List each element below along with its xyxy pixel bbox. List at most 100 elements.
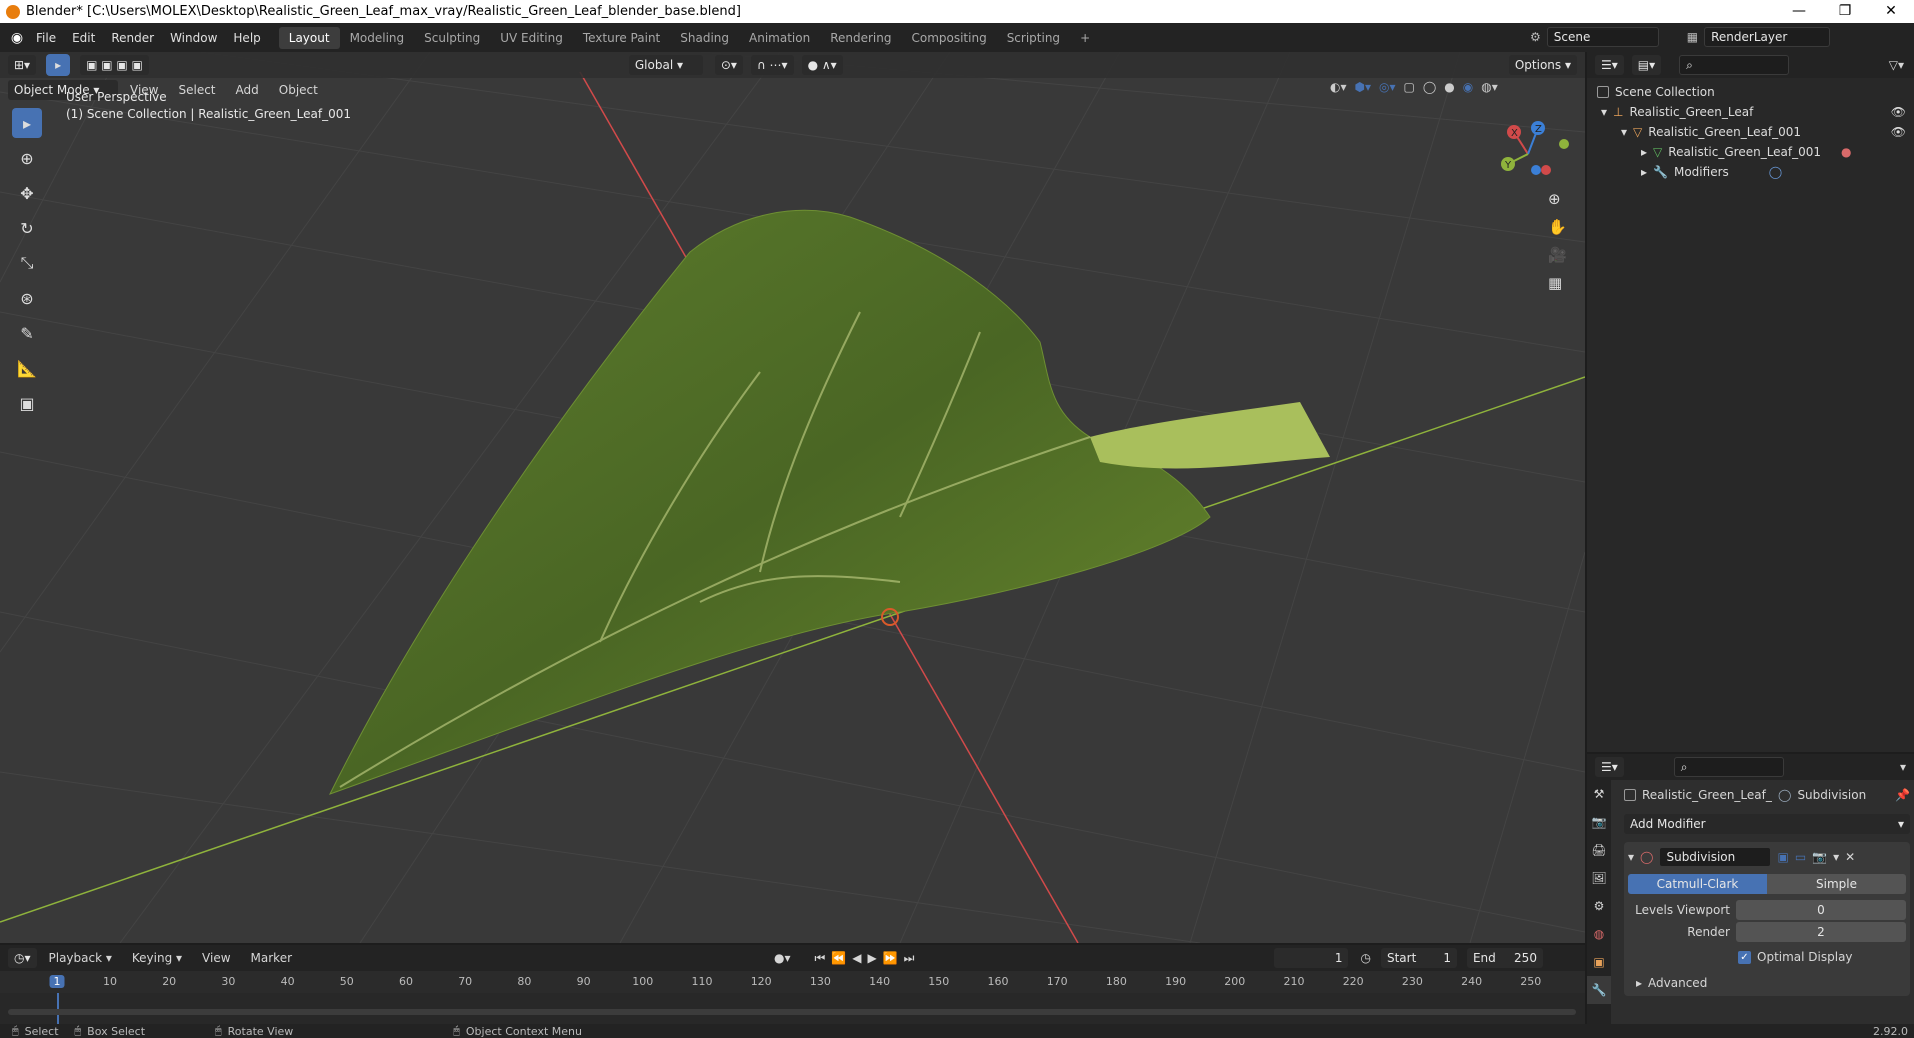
marker-menu[interactable]: Marker [243,951,300,965]
move-tool-icon[interactable]: ✥ [12,178,42,208]
zoom-icon[interactable]: ⊕ [1548,190,1567,208]
modifier-menu-icon[interactable]: ▾ [1833,850,1839,864]
panel-collapse-icon[interactable]: ▾ [1628,850,1634,864]
options-dropdown[interactable]: Options ▾ [1508,55,1577,75]
render-layer-field[interactable]: RenderLayer [1704,27,1831,47]
filter-icon[interactable]: ▽▾ [1889,58,1904,72]
render-tab-icon[interactable]: 📷 [1587,808,1611,836]
render-toggle-icon[interactable]: 📷 [1812,850,1827,864]
overlay-toggle-icon[interactable]: ◎▾ [1379,80,1396,94]
editor-type-icon[interactable]: ⊞▾ [8,55,37,75]
menu-help[interactable]: Help [225,31,268,45]
shading-wireframe-icon[interactable]: ◯ [1423,80,1436,94]
timeline-scrollbar[interactable] [8,1009,1576,1015]
menu-file[interactable]: File [28,31,64,45]
auto-keying-icon[interactable]: ●▾ [774,951,791,965]
visibility-eye-icon[interactable]: 👁 [1891,105,1906,119]
render-levels-field[interactable]: 2 [1736,922,1906,942]
transform-tool-icon[interactable]: ⊛ [12,283,42,313]
levels-viewport-field[interactable]: 0 [1736,900,1906,920]
remove-modifier-icon[interactable]: ✕ [1845,850,1855,864]
blender-menu-icon[interactable]: ◉ [6,27,28,49]
select-mode-icon[interactable]: ▸ [46,54,71,76]
add-cube-tool-icon[interactable]: ▣ [12,388,42,418]
tab-compositing[interactable]: Compositing [901,27,996,49]
properties-search-input[interactable]: ⌕ [1673,757,1784,777]
select-box-modes-icon[interactable]: ▣ ▣ ▣ ▣ [80,55,149,75]
properties-editor-type-icon[interactable]: ☰▾ [1595,757,1624,777]
editmode-toggle-icon[interactable]: ▣ [1777,850,1788,864]
expand-arrow-icon[interactable]: ▾ [1601,105,1607,119]
timeline-editor-type-icon[interactable]: ◷▾ [8,948,37,968]
minimize-button[interactable]: — [1776,0,1822,23]
pan-hand-icon[interactable]: ✋ [1548,218,1567,236]
tab-rendering[interactable]: Rendering [820,27,901,49]
outliner-row-leaf-collection[interactable]: ▾ ⊥ Realistic_Green_Leaf 👁 [1587,102,1914,122]
gizmo-toggle-icon[interactable]: ⬢▾ [1355,80,1372,94]
tab-animation[interactable]: Animation [739,27,820,49]
snap-icon[interactable]: ∩ ⋯▾ [750,55,794,75]
maximize-button[interactable]: ❐ [1822,0,1868,23]
viewport-toggle-icon[interactable]: ▭ [1795,850,1806,864]
scene-field[interactable]: Scene [1546,27,1659,47]
pin-icon[interactable]: 📌 [1895,788,1910,802]
camera-view-icon[interactable]: 🎥 [1548,246,1567,264]
annotate-tool-icon[interactable]: ✎ [12,318,42,348]
navigation-gizmo[interactable]: X Z Y [1490,116,1580,186]
world-tab-icon[interactable]: ◍ [1587,920,1611,948]
visibility-icon[interactable]: ◐▾ [1330,80,1347,94]
preview-range-icon[interactable]: ◷ [1360,951,1370,965]
menu-render[interactable]: Render [103,31,162,45]
tab-modeling[interactable]: Modeling [340,27,415,49]
expand-arrow-icon[interactable]: ▾ [1621,125,1627,139]
keying-menu[interactable]: Keying ▾ [124,951,190,965]
collapse-icon[interactable]: ▾ [1900,760,1906,774]
add-modifier-dropdown[interactable]: Add Modifier ▾ [1624,814,1910,834]
view-layer-tab-icon[interactable]: 🖼 [1587,864,1611,892]
modifier-tab-icon[interactable]: 🔧 [1587,976,1611,1004]
advanced-subpanel[interactable]: Advanced [1648,976,1707,990]
add-workspace-icon[interactable]: + [1070,27,1100,49]
tab-sculpting[interactable]: Sculpting [414,27,490,49]
shading-solid-icon[interactable]: ● [1444,80,1454,94]
catmull-clark-button[interactable]: Catmull-Clark [1628,874,1767,894]
tab-shading[interactable]: Shading [670,27,739,49]
simple-button[interactable]: Simple [1767,874,1906,894]
ortho-grid-icon[interactable]: ▦ [1548,274,1567,292]
visibility-eye-icon[interactable]: 👁 [1891,125,1906,139]
menu-window[interactable]: Window [162,31,225,45]
display-mode-icon[interactable]: ▤▾ [1631,55,1662,75]
playback-menu[interactable]: Playback ▾ [41,951,120,965]
outliner-row-modifiers[interactable]: ▸ 🔧 Modifiers ◯ [1587,162,1914,182]
tab-texture-paint[interactable]: Texture Paint [573,27,670,49]
end-frame-field[interactable]: End 250 [1466,948,1543,968]
outliner-editor-type-icon[interactable]: ☰▾ [1595,55,1624,75]
timeline-view-menu[interactable]: View [194,951,238,965]
shading-rendered-icon[interactable]: ◍▾ [1481,80,1498,94]
advanced-expand-icon[interactable]: ▸ [1636,976,1642,990]
modifier-name-input[interactable]: Subdivision [1659,847,1772,867]
scale-tool-icon[interactable]: ⤡ [12,248,42,278]
xray-icon[interactable]: ▢ [1404,80,1415,94]
tool-tab-icon[interactable]: ⚒ [1587,780,1611,808]
tab-layout[interactable]: Layout [278,26,340,49]
rotate-tool-icon[interactable]: ↻ [12,213,42,243]
tab-scripting[interactable]: Scripting [997,27,1070,49]
object-tab-icon[interactable]: ▣ [1587,948,1611,976]
tab-uv-editing[interactable]: UV Editing [490,27,573,49]
scene-tab-icon[interactable]: ⚙ [1587,892,1611,920]
expand-arrow-icon[interactable]: ▸ [1641,145,1647,159]
close-window-button[interactable]: ✕ [1868,0,1914,23]
transform-orientation-dropdown[interactable]: Global ▾ [628,55,703,75]
playback-controls[interactable]: ⏮⏪◀▶⏩⏭ [815,951,921,966]
cursor-tool-icon[interactable]: ⊕ [12,143,42,173]
shading-material-icon[interactable]: ◉ [1463,80,1473,94]
outliner-row-mesh-data[interactable]: ▸ ▽ Realistic_Green_Leaf_001 ● [1587,142,1914,162]
current-frame-field[interactable]: 1 [1274,948,1349,968]
proportional-edit-icon[interactable]: ● ∧▾ [801,55,843,75]
start-frame-field[interactable]: Start 1 [1380,948,1457,968]
select-tool-icon[interactable]: ▸ [12,108,42,138]
output-tab-icon[interactable]: 🖨 [1587,836,1611,864]
expand-arrow-icon[interactable]: ▸ [1641,165,1647,179]
outliner-search-input[interactable]: ⌕ [1679,55,1790,75]
